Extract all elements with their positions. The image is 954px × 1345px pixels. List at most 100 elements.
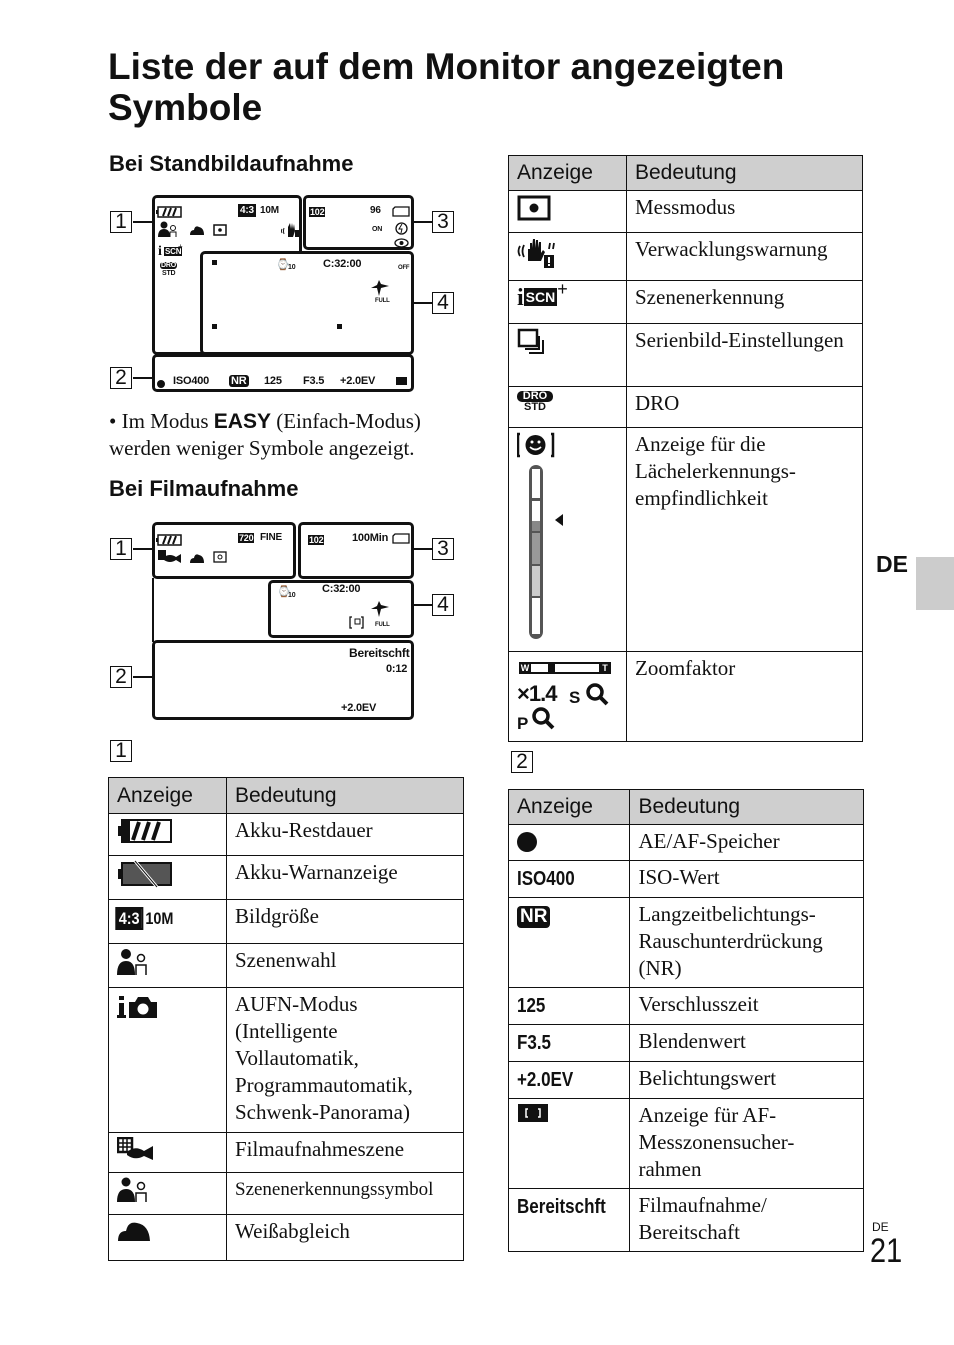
- shake-warning-icon: [517, 239, 555, 268]
- note-paragraph: • Im Modus EASY (Einfach-Modus) werden w…: [109, 408, 469, 462]
- battery-warning-icon: [118, 860, 172, 888]
- meaning: Messmodus: [626, 190, 863, 233]
- meaning: Verwacklungswarnung: [626, 232, 863, 281]
- elapsed-time: 0:12: [386, 663, 408, 675]
- meaning: Blendenwert: [629, 1024, 864, 1062]
- callout-leader: [133, 377, 153, 379]
- section-heading-still: Bei Standbildaufnahme: [109, 151, 354, 176]
- meaning: Bildgröße: [226, 899, 464, 944]
- meaning: ISO-Wert: [629, 860, 864, 898]
- megapixels: 10M: [260, 205, 279, 216]
- meaning: Anzeige für AF-Messzonensucher-rahmen: [629, 1098, 864, 1189]
- callout-3: 3: [432, 211, 454, 233]
- white-balance-icon: [190, 226, 204, 235]
- af-mode-icon: [349, 616, 364, 629]
- col-header-meaning: Bedeutung: [226, 777, 464, 814]
- meaning: Akku-Warnanzeige: [226, 855, 464, 900]
- meaning: Serienbild-Einstellungen: [626, 323, 863, 387]
- meaning: Akku-Restdauer: [226, 813, 464, 856]
- col-header-display: Anzeige: [508, 155, 627, 191]
- table-row: Serienbild-Einstellungen: [508, 323, 863, 387]
- table2-label: 2: [511, 751, 533, 773]
- table-row: i SCN + Szenenerkennung: [508, 279, 863, 324]
- meaning: Weißabgleich: [226, 1214, 464, 1261]
- table-row: AUFN-Modus (Intelligente Vollautomatik, …: [108, 987, 464, 1133]
- lcd-area-3: [298, 522, 414, 579]
- exposure-value: +2.0EV: [341, 702, 377, 714]
- iscn-plus-icon: SCN: [523, 288, 558, 306]
- col-header-meaning: Bedeutung: [626, 155, 863, 191]
- plus-glyph: +: [557, 279, 568, 299]
- movie-scene-icon: [158, 550, 181, 563]
- zoom-tele-label: T: [599, 662, 611, 674]
- intelligent-i-glyph: i: [158, 244, 162, 259]
- smile-sensitivity-icon: [516, 432, 563, 639]
- table-row: Verwacklungswarnung: [508, 232, 863, 281]
- callout-1: 1: [110, 538, 132, 560]
- flash-off-icon: [395, 222, 408, 235]
- table-row: AE/AF-Speicher: [507, 824, 864, 861]
- zoom-value: ×1.4: [517, 681, 557, 706]
- nr-badge: NR: [229, 375, 249, 387]
- meaning: AUFN-Modus (Intelligente Vollautomatik, …: [226, 987, 464, 1133]
- callout-3: 3: [432, 538, 454, 560]
- iso-value: ISO400: [173, 375, 210, 387]
- burst-icon: [517, 328, 544, 354]
- table-area-1: Anzeige Bedeutung Akku-Restdauer Akku-War…: [108, 777, 464, 1261]
- meaning: Szenenerkennung: [626, 280, 863, 324]
- image-size-ratio: 4:3: [238, 204, 256, 217]
- meaning: Filmaufnahme/ Bereitschaft: [629, 1188, 864, 1252]
- meaning: Szenenerkennungssymbol: [226, 1172, 464, 1215]
- lcd-edge: [152, 578, 154, 642]
- callout-leader: [413, 604, 433, 606]
- meaning: Szenenwahl: [226, 943, 464, 988]
- scene-select-icon: [117, 949, 147, 975]
- meaning: AE/AF-Speicher: [629, 824, 864, 861]
- white-balance-icon: [190, 554, 204, 563]
- table-row: Messmodus: [508, 190, 863, 233]
- nr-icon: NR: [517, 906, 551, 928]
- zoom-factor-icon: W T ×1.4 S P: [517, 656, 617, 736]
- callout-2: 2: [110, 666, 132, 688]
- callout-leader: [413, 302, 433, 304]
- callout-leader: [133, 221, 153, 223]
- callout-4: 4: [432, 292, 454, 314]
- exposure-value: +2.0EV: [340, 375, 376, 387]
- table-row: Weißabgleich: [108, 1214, 464, 1261]
- aperture-code: F3.5: [517, 1032, 552, 1054]
- flash-mode-icon: [371, 601, 389, 617]
- meaning: Verschlusszeit: [629, 987, 864, 1025]
- iso-code: ISO400: [517, 868, 575, 890]
- movie-quality-fine: FINE: [260, 532, 282, 543]
- standby-label: Bereitschft: [349, 646, 410, 660]
- folder-badge: 102: [308, 535, 325, 545]
- ae-lock-dot: [157, 380, 165, 388]
- shots-remaining: 96: [370, 205, 381, 216]
- zoom-bar: [519, 662, 611, 674]
- meaning: Filmaufnahmeszene: [226, 1132, 464, 1173]
- table-row: ISO400 ISO-Wert: [507, 860, 864, 898]
- aspect-ratio-badge: 4:3: [115, 907, 143, 930]
- magnifier-icon: [532, 707, 555, 730]
- meaning: DRO: [626, 386, 863, 428]
- magnifier-icon: [586, 683, 609, 706]
- metering-mode-icon: [517, 195, 551, 221]
- zoom-wide-label: W: [519, 662, 531, 674]
- scene-recognition-icon: [117, 1177, 147, 1202]
- standby-code: Bereitschft: [517, 1196, 606, 1218]
- callout-leader: [413, 548, 433, 550]
- col-header-display: Anzeige: [108, 777, 227, 814]
- movie-scene-icon: [116, 1136, 153, 1160]
- shutter-speed: 125: [264, 375, 282, 387]
- easy-mode-label: EASY: [213, 410, 271, 433]
- dro-std: STD: [162, 270, 176, 277]
- ev-code: +2.0EV: [517, 1069, 574, 1091]
- aperture-value: F3.5: [303, 375, 325, 387]
- smile-off: OFF: [398, 265, 410, 271]
- af-frame-icon: [518, 1104, 548, 1122]
- memory-card-icon: [392, 206, 410, 217]
- movie-quality-badge: 720: [238, 533, 255, 543]
- note-text: Im Modus: [121, 409, 209, 433]
- callout-leader: [133, 548, 153, 550]
- table-row: 125 Verschlusszeit: [507, 987, 864, 1025]
